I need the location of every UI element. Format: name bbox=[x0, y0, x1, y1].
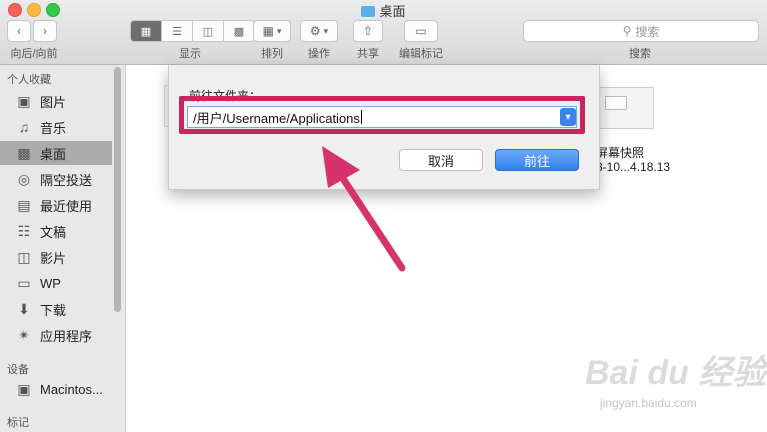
view-label: 显示 bbox=[179, 48, 201, 60]
go-to-folder-dialog: 前往文件夹： /用户/Username/Applications ▾ 取消 前往 bbox=[168, 65, 600, 190]
tags-label: 编辑标记 bbox=[399, 48, 443, 60]
sidebar-item-label: 下载 bbox=[40, 302, 67, 318]
tag-icon: ▭ bbox=[415, 24, 427, 38]
search-field[interactable]: ⚲ 搜索 bbox=[523, 20, 759, 42]
window-title-text: 桌面 bbox=[379, 4, 406, 19]
watermark-url: jingyan.baidu.com bbox=[600, 396, 697, 410]
columns-icon: ◫ bbox=[202, 25, 214, 38]
film-icon: ◫ bbox=[17, 248, 31, 265]
nav-label: 向后/向前 bbox=[10, 48, 58, 60]
path-history-dropdown[interactable]: ▾ bbox=[560, 108, 576, 126]
camera-icon: ▣ bbox=[17, 92, 31, 109]
chevron-down-icon: ▾ bbox=[565, 111, 571, 123]
edit-tags-button[interactable]: ▭ bbox=[404, 20, 438, 42]
sidebar-scrollbar[interactable] bbox=[114, 67, 121, 312]
watermark: Bai du 经验 bbox=[585, 354, 767, 392]
sidebar-item-macintosh-hd[interactable]: ▣ Macintos... bbox=[0, 377, 112, 401]
icon-view-button[interactable]: ▦ bbox=[131, 21, 162, 41]
share-button[interactable]: ⇧ bbox=[353, 20, 383, 42]
action-button[interactable]: ⚙ ▾ bbox=[300, 20, 338, 42]
share-label: 共享 bbox=[357, 48, 379, 60]
text-caret bbox=[360, 110, 362, 124]
back-button[interactable]: ‹ bbox=[7, 20, 31, 42]
search-label: 搜索 bbox=[629, 48, 651, 60]
arrange-grid-icon: ▦ bbox=[262, 24, 274, 38]
gallery-view-button[interactable]: ▩ bbox=[224, 21, 254, 41]
recents-icon: ▤ bbox=[17, 196, 31, 213]
disk-icon: ▣ bbox=[17, 380, 31, 397]
desktop-icon: ▩ bbox=[17, 144, 31, 161]
sidebar-item-documents[interactable]: ☷ 文稿 bbox=[0, 219, 112, 243]
window-title: 桌面 bbox=[0, 1, 767, 20]
forward-button[interactable]: › bbox=[33, 20, 57, 42]
chevron-left-icon: ‹ bbox=[17, 24, 21, 38]
cancel-button[interactable]: 取消 bbox=[399, 149, 483, 171]
sidebar-item-label: 文稿 bbox=[40, 224, 67, 240]
folder-path-value: /用户/Username/Applications bbox=[193, 110, 360, 126]
favorites-header: 个人收藏 bbox=[7, 74, 51, 86]
sidebar-item-label: Macintos... bbox=[40, 381, 103, 397]
airdrop-icon: ◎ bbox=[17, 170, 31, 187]
search-placeholder: 搜索 bbox=[635, 24, 660, 39]
go-button[interactable]: 前往 bbox=[495, 149, 579, 171]
sidebar-item-label: 应用程序 bbox=[40, 328, 93, 344]
sidebar-item-wp[interactable]: ▭ WP bbox=[0, 271, 112, 295]
download-icon: ⬇ bbox=[18, 300, 30, 317]
sidebar-item-label: 桌面 bbox=[40, 146, 67, 162]
file-name-line2: 8-10...4.18.13 bbox=[596, 160, 671, 174]
devices-header: 设备 bbox=[7, 364, 29, 376]
folder-path-input[interactable]: /用户/Username/Applications bbox=[187, 106, 577, 128]
window-toolbar: 桌面 ‹ › 向后/向前 ▦ ☰ ◫ ▩ 显示 ▦ ▾ 排列 ⚙ ▾ 操作 ⇧ 共享… bbox=[0, 0, 767, 65]
sidebar-item-label: 隔空投送 bbox=[40, 172, 93, 188]
folder-icon bbox=[361, 6, 376, 17]
chevron-right-icon: › bbox=[43, 24, 47, 38]
action-label: 操作 bbox=[308, 48, 330, 60]
sidebar-item-desktop[interactable]: ▩ 桌面 bbox=[0, 141, 112, 165]
gallery-icon: ▩ bbox=[233, 25, 245, 38]
list-icon: ☰ bbox=[172, 25, 182, 38]
gear-icon: ⚙ bbox=[309, 24, 321, 38]
sidebar-item-label: 图片 bbox=[40, 94, 67, 110]
chevron-down-icon: ▾ bbox=[276, 25, 282, 36]
file-name-line1: 屏幕快照 bbox=[596, 146, 645, 160]
sidebar-item-label: WP bbox=[40, 275, 61, 291]
sidebar-item-label: 最近使用 bbox=[40, 198, 93, 214]
sidebar-item-downloads[interactable]: ⬇ 下载 bbox=[0, 297, 112, 321]
chevron-down-icon: ▾ bbox=[323, 25, 329, 36]
tags-header: 标记 bbox=[7, 417, 29, 429]
view-mode-segment: ▦ ☰ ◫ ▩ bbox=[130, 20, 255, 42]
sidebar-item-music[interactable]: ♫ 音乐 bbox=[0, 115, 112, 139]
search-icon: ⚲ bbox=[622, 24, 632, 38]
list-view-button[interactable]: ☰ bbox=[162, 21, 193, 41]
sidebar-item-movies[interactable]: ◫ 影片 bbox=[0, 245, 112, 269]
thumbnail-preview bbox=[605, 96, 627, 110]
applications-icon: ✴ bbox=[18, 326, 30, 343]
folder-icon: ▭ bbox=[17, 274, 31, 291]
sidebar-item-label: 影片 bbox=[40, 250, 67, 266]
sidebar: 个人收藏 ▣ 图片 ♫ 音乐 ▩ 桌面 ◎ 隔空投送 ▤ 最近使用 ☷ 文稿 ◫ 影片 ▭ WP… bbox=[0, 65, 126, 432]
screenshot-file-thumbnail[interactable] bbox=[596, 87, 654, 129]
arrange-button[interactable]: ▦ ▾ bbox=[253, 20, 291, 42]
sidebar-item-pictures[interactable]: ▣ 图片 bbox=[0, 89, 112, 113]
music-note-icon: ♫ bbox=[18, 119, 30, 135]
sidebar-item-label: 音乐 bbox=[40, 120, 67, 136]
arrange-label: 排列 bbox=[261, 48, 283, 60]
share-icon: ⇧ bbox=[362, 24, 374, 38]
document-icon: ☷ bbox=[17, 222, 31, 239]
sidebar-item-applications[interactable]: ✴ 应用程序 bbox=[0, 323, 112, 347]
sidebar-item-recents[interactable]: ▤ 最近使用 bbox=[0, 193, 112, 217]
grid-icon: ▦ bbox=[140, 25, 152, 38]
column-view-button[interactable]: ◫ bbox=[193, 21, 224, 41]
sidebar-item-airdrop[interactable]: ◎ 隔空投送 bbox=[0, 167, 112, 191]
